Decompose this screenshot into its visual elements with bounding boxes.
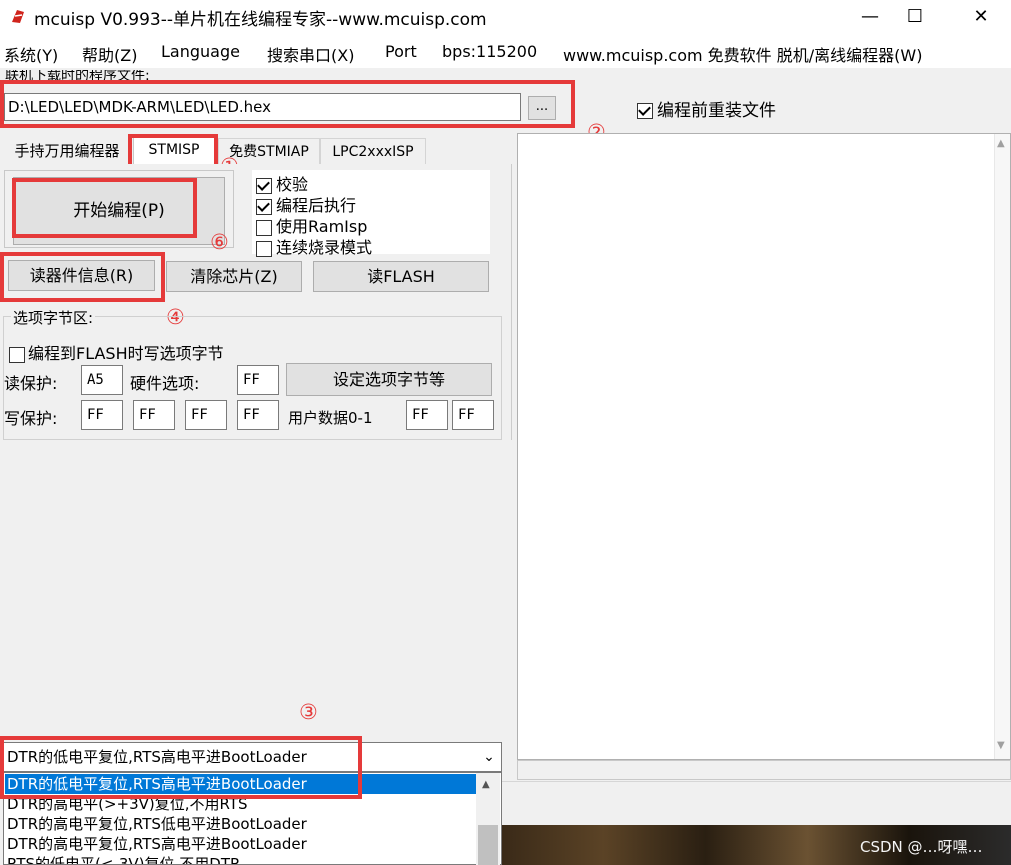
menu-search-port[interactable]: 搜索串口(X): [267, 42, 354, 66]
menu-port[interactable]: Port: [385, 42, 417, 61]
output-scrollbar[interactable]: ▲ ▼: [994, 134, 1010, 759]
menu-website[interactable]: www.mcuisp.com 免费软件 脱机/离线编程器(W): [563, 42, 922, 66]
continuous-label: 连续烧录模式: [276, 238, 373, 257]
user-data-field-0[interactable]: FF: [406, 400, 448, 430]
read-flash-button[interactable]: 读FLASH: [313, 261, 489, 292]
write-option-bytes-box[interactable]: [9, 346, 25, 363]
read-protect-label: 读保护:: [4, 374, 58, 393]
reload-label: 编程前重装文件: [657, 101, 776, 121]
annotation-box-combo: [0, 736, 362, 799]
write-option-bytes-label: 编程到FLASH时写选项字节: [28, 344, 224, 363]
status-strip: [502, 781, 1011, 825]
hw-option-field[interactable]: FF: [237, 365, 279, 395]
menu-language[interactable]: Language: [161, 42, 240, 61]
dropdown-option[interactable]: DTR的高电平复位,RTS高电平进BootLoader: [5, 834, 479, 854]
app-logo-icon: [12, 10, 24, 23]
write-option-bytes-checkbox[interactable]: 编程到FLASH时写选项字节: [9, 340, 224, 364]
annotation-box-start: [12, 178, 197, 238]
reload-checkbox-box[interactable]: [637, 103, 653, 119]
menu-system[interactable]: 系统(Y): [4, 42, 58, 66]
csdn-watermark: CSDN @…呀嘿…: [860, 838, 983, 856]
menu-bar: 系统(Y) 帮助(Z) Language 搜索串口(X) Port bps:11…: [0, 42, 1011, 68]
write-protect-field-1[interactable]: FF: [133, 400, 175, 430]
continuous-checkbox[interactable]: [256, 240, 272, 257]
erase-chip-button[interactable]: 清除芯片(Z): [166, 261, 302, 292]
dropdown-option[interactable]: RTS的低电平(<-3V)复位,不用DTR: [5, 854, 479, 864]
write-protect-field-2[interactable]: FF: [185, 400, 227, 430]
annotation-box-file: [0, 80, 575, 128]
dropdown-option[interactable]: DTR的高电平复位,RTS低电平进BootLoader: [5, 814, 479, 834]
set-option-bytes-button[interactable]: 设定选项字节等: [286, 363, 492, 396]
write-protect-label: 写保护:: [4, 409, 58, 428]
tab-lpc2xxxisp[interactable]: LPC2xxxISP: [320, 138, 426, 166]
scroll-down-icon[interactable]: ▼: [997, 740, 1005, 751]
maximize-button[interactable]: ☐: [885, 0, 945, 34]
user-data-label: 用户数据0-1: [288, 409, 373, 427]
hw-option-label: 硬件选项:: [130, 374, 200, 393]
tab-bar: 手持万用编程器 STMISP 免费STMIAP LPC2xxxISP: [0, 136, 512, 166]
menu-bps[interactable]: bps:115200: [442, 42, 537, 61]
write-protect-field-3[interactable]: FF: [237, 400, 279, 430]
option-bytes-title: 选项字节区:: [11, 307, 96, 328]
annotation-number-6: ⑥: [210, 230, 229, 254]
read-protect-field[interactable]: A5: [81, 365, 123, 395]
annotation-box-read-info: [0, 252, 165, 302]
options-checkbox-group: 校验 编程后执行 使用RamIsp 连续烧录模式: [252, 170, 490, 257]
tab-handheld-programmer[interactable]: 手持万用编程器: [3, 138, 131, 164]
window-title: mcuisp V0.993--单片机在线编程专家--www.mcuisp.com: [34, 10, 487, 30]
continuous-burn-option[interactable]: 连续烧录模式: [256, 234, 372, 258]
reload-file-checkbox[interactable]: 编程前重装文件: [637, 96, 776, 121]
user-data-field-1[interactable]: FF: [452, 400, 494, 430]
chevron-down-icon[interactable]: ⌄: [476, 743, 501, 771]
close-button[interactable]: ✕: [951, 0, 1011, 34]
dropdown-scroll-up-icon[interactable]: ▲: [482, 779, 490, 790]
annotation-number-3: ③: [299, 700, 318, 724]
annotation-box-tab: [128, 134, 218, 168]
output-footer-strip: [517, 760, 1011, 780]
write-protect-field-0[interactable]: FF: [81, 400, 123, 430]
scroll-up-icon[interactable]: ▲: [997, 138, 1005, 149]
output-log-panel[interactable]: [517, 133, 1011, 760]
menu-help[interactable]: 帮助(Z): [82, 42, 137, 66]
dropdown-scroll-thumb[interactable]: [478, 825, 498, 865]
